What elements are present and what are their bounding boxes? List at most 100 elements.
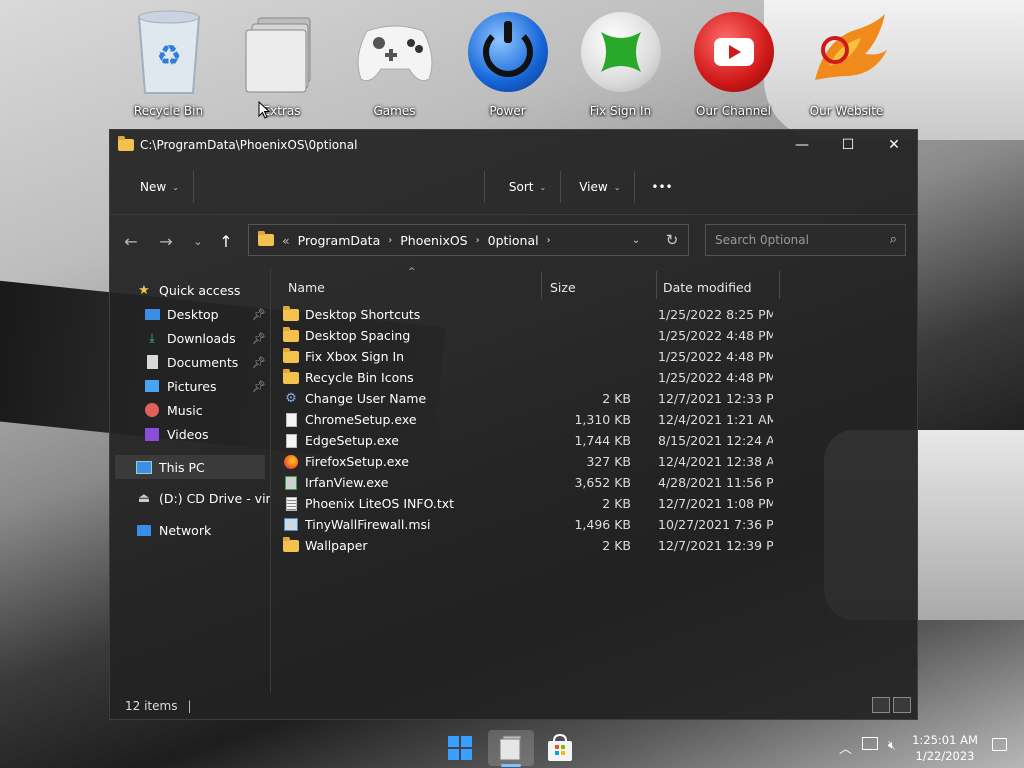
sidebar-item-documents[interactable]: Documents: [144, 350, 238, 374]
refresh-icon[interactable]: ↻: [656, 225, 688, 255]
file-name: EdgeSetup.exe: [305, 433, 399, 448]
breadcrumb-overflow[interactable]: «: [282, 233, 290, 248]
file-explorer-icon: [499, 735, 522, 761]
file-name: TinyWallFirewall.msi: [305, 517, 431, 532]
file-size: 1,496 KB: [574, 517, 631, 532]
more-label: •••: [651, 180, 673, 194]
file-row[interactable]: FirefoxSetup.exe 327 KB 12/4/2021 12:38 …: [283, 451, 783, 472]
chevron-right-icon[interactable]: ›: [388, 235, 392, 246]
file-date: 1/25/2022 8:25 PM: [658, 307, 773, 322]
sidebar-item-desktop[interactable]: Desktop: [144, 302, 219, 326]
desktop-icon-fix-sign-in[interactable]: Fix Sign In: [564, 6, 677, 118]
sidebar-item-pictures[interactable]: Pictures: [144, 374, 217, 398]
folder-icon: [283, 305, 299, 322]
breadcrumb-item[interactable]: PhoenixOS: [400, 233, 467, 248]
breadcrumb-item[interactable]: 0ptional: [488, 233, 539, 248]
file-name: FirefoxSetup.exe: [305, 454, 409, 469]
document-icon: [144, 354, 160, 370]
column-header-name[interactable]: Name: [288, 273, 325, 301]
application-icon: [283, 475, 299, 490]
sidebar-item-videos[interactable]: Videos: [144, 422, 209, 446]
back-arrow-icon[interactable]: ←: [119, 229, 143, 253]
desktop-icon-recycle-bin[interactable]: ♻ Recycle Bin: [112, 6, 225, 118]
new-button[interactable]: New ⌄: [130, 171, 189, 203]
star-icon: ★: [138, 282, 150, 298]
file-explorer-window: C:\ProgramData\PhoenixOS\0ptional — ☐ ✕ …: [109, 129, 918, 720]
file-row[interactable]: ChromeSetup.exe 1,310 KB 12/4/2021 1:21 …: [283, 409, 783, 430]
desktop-icon-extras[interactable]: Extras: [225, 6, 338, 118]
recent-locations-icon[interactable]: ⌄: [186, 229, 210, 253]
sidebar-item-label: Music: [167, 402, 203, 418]
notifications-icon[interactable]: [992, 738, 1007, 754]
chevron-right-icon[interactable]: ›: [547, 235, 551, 246]
divider: [560, 171, 562, 203]
youtube-icon: [692, 6, 776, 98]
search-input[interactable]: Search 0ptional ⌕: [705, 224, 906, 256]
network-status-icon[interactable]: [862, 737, 878, 753]
file-row[interactable]: Fix Xbox Sign In 1/25/2022 4:48 PM: [283, 346, 783, 367]
file-row[interactable]: Desktop Spacing 1/25/2022 4:48 PM: [283, 325, 783, 346]
start-button[interactable]: [440, 730, 480, 766]
sort-button[interactable]: Sort ⌄: [499, 171, 556, 203]
chevron-right-icon[interactable]: ›: [476, 235, 480, 246]
clock[interactable]: 1:25:01 AM 1/22/2023: [912, 732, 978, 764]
file-row[interactable]: Recycle Bin Icons 1/25/2022 4:48 PM: [283, 367, 783, 388]
taskbar-store[interactable]: [540, 730, 580, 766]
divider: [634, 171, 636, 203]
sidebar-item-cd-drive[interactable]: ⏏ (D:) CD Drive - virtio: [136, 486, 270, 510]
file-name: IrfanView.exe: [305, 475, 389, 490]
details-view-icon[interactable]: [872, 697, 890, 713]
tiles-view-icon[interactable]: [893, 697, 911, 713]
maximize-button[interactable]: ☐: [825, 130, 871, 160]
recycle-bin-icon: ♻: [127, 6, 211, 98]
file-date: 12/7/2021 12:33 PM: [658, 391, 773, 406]
show-hidden-icons-button[interactable]: ︿: [839, 738, 852, 757]
minimize-button[interactable]: —: [779, 130, 825, 160]
view-button[interactable]: View ⌄: [569, 171, 630, 203]
file-name: Desktop Shortcuts: [305, 307, 421, 322]
desktop-icon: [144, 306, 160, 322]
command-bar: New ⌄ Sort ⌄ View ⌄ •••: [110, 160, 917, 214]
desktop-icon-power[interactable]: Power: [451, 6, 564, 118]
file-row[interactable]: IrfanView.exe 3,652 KB 4/28/2021 11:56 P…: [283, 472, 783, 493]
desktop-icon-our-website[interactable]: Our Website: [790, 6, 903, 118]
sort-label: Sort: [508, 180, 534, 194]
sidebar-item-music[interactable]: Music: [144, 398, 203, 422]
file-row[interactable]: Phoenix LiteOS INFO.txt 2 KB 12/7/2021 1…: [283, 493, 783, 514]
file-row[interactable]: ⚙ Change User Name 2 KB 12/7/2021 12:33 …: [283, 388, 783, 409]
desktop-icon-games[interactable]: Games: [338, 6, 451, 118]
sidebar-item-quick-access[interactable]: ★ Quick access: [136, 278, 240, 302]
column-header-size[interactable]: Size: [550, 273, 576, 301]
network-icon: [136, 522, 152, 538]
up-arrow-icon[interactable]: ↑: [214, 229, 238, 253]
column-divider[interactable]: [779, 271, 780, 299]
view-toggle: [872, 697, 911, 713]
file-size: 2 KB: [602, 496, 631, 511]
file-row[interactable]: EdgeSetup.exe 1,744 KB 8/15/2021 12:24 A…: [283, 430, 783, 451]
file-size: 2 KB: [602, 538, 631, 553]
divider: |: [187, 699, 192, 713]
address-bar[interactable]: « ProgramData › PhoenixOS › 0ptional › ⌄…: [248, 224, 689, 256]
sidebar-item-network[interactable]: Network: [136, 518, 211, 542]
sidebar-item-downloads[interactable]: ⤓ Downloads: [144, 326, 236, 350]
desktop-icon-our-channel[interactable]: Our Channel: [677, 6, 790, 118]
window-title: C:\ProgramData\PhoenixOS\0ptional: [140, 138, 358, 152]
column-header-date-modified[interactable]: Date modified: [663, 273, 752, 301]
forward-arrow-icon[interactable]: →: [154, 229, 178, 253]
column-divider[interactable]: [541, 271, 542, 299]
file-date: 12/4/2021 1:21 AM: [658, 412, 773, 427]
breadcrumb-item[interactable]: ProgramData: [298, 233, 381, 248]
sidebar-item-this-pc[interactable]: This PC: [115, 455, 265, 479]
taskbar-file-explorer[interactable]: [488, 730, 534, 766]
file-row[interactable]: TinyWallFirewall.msi 1,496 KB 10/27/2021…: [283, 514, 783, 535]
volume-muted-icon[interactable]: 🔇︎: [888, 738, 896, 753]
column-divider[interactable]: [656, 271, 657, 299]
file-date: 8/15/2021 12:24 A...: [658, 433, 773, 448]
see-more-button[interactable]: •••: [641, 171, 682, 203]
file-row[interactable]: Desktop Shortcuts 1/25/2022 8:25 PM: [283, 304, 783, 325]
close-button[interactable]: ✕: [871, 130, 917, 160]
text-file-icon: [283, 496, 299, 511]
address-dropdown-icon[interactable]: ⌄: [622, 225, 650, 255]
file-row[interactable]: Wallpaper 2 KB 12/7/2021 12:39 PM: [283, 535, 783, 556]
download-icon: ⤓: [149, 330, 155, 346]
